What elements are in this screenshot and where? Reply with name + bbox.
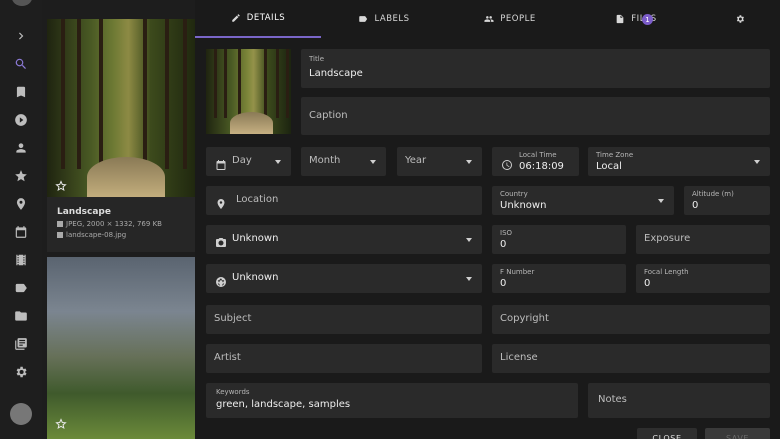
people-icon	[484, 16, 494, 22]
photo-meta: JPEG, 2000 × 1332, 769 KB	[66, 220, 162, 228]
chevron-down-icon	[754, 159, 760, 164]
files-count-badge: 1	[642, 14, 653, 25]
photo-card-info: Landscape JPEG, 2000 × 1332, 769 KB land…	[47, 197, 195, 252]
country-select[interactable]: Country Unknown	[492, 186, 674, 215]
person-icon[interactable]	[13, 140, 29, 156]
image-icon	[57, 221, 63, 227]
search-icon[interactable]	[13, 56, 29, 72]
tab-people[interactable]: PEOPLE	[447, 0, 573, 38]
chevron-down-icon	[370, 159, 376, 164]
camera-select[interactable]: Unknown	[206, 225, 482, 254]
star-icon[interactable]	[13, 168, 29, 184]
altitude-field[interactable]: Altitude (m) 0	[684, 186, 770, 215]
pencil-icon	[232, 14, 240, 22]
camera-icon	[215, 234, 227, 247]
star-outline-icon[interactable]	[55, 415, 67, 430]
close-button[interactable]: CLOSE	[637, 428, 697, 439]
photo-thumbnail-landscape[interactable]	[47, 19, 195, 197]
library-icon[interactable]	[13, 336, 29, 352]
title-field[interactable]: Title Landscape	[301, 49, 770, 88]
keywords-field[interactable]: Keywords green, landscape, samples	[206, 383, 578, 418]
subject-field[interactable]: Subject	[206, 305, 482, 334]
day-select[interactable]: Day	[206, 147, 291, 176]
artist-field[interactable]: Artist	[206, 344, 482, 373]
tab-details[interactable]: DETAILS	[195, 0, 321, 38]
app-logo[interactable]	[12, 0, 32, 6]
focal-length-field[interactable]: Focal Length 0	[636, 264, 770, 293]
gear-icon	[736, 15, 744, 23]
caption-field[interactable]: Caption	[301, 97, 770, 135]
iso-field[interactable]: ISO 0	[492, 225, 626, 254]
file-icon	[616, 14, 624, 24]
tab-files[interactable]: FILES	[573, 0, 699, 38]
location-field[interactable]: Location	[206, 186, 482, 215]
clock-icon	[501, 156, 513, 170]
chevron-down-icon	[275, 159, 281, 164]
save-button[interactable]: SAVE	[705, 428, 770, 439]
local-time-field[interactable]: Local Time 06:18:09	[492, 147, 579, 176]
photo-filename: landscape-08.jpg	[66, 231, 127, 239]
copyright-field[interactable]: Copyright	[492, 305, 770, 334]
folder-icon	[57, 232, 63, 238]
calendar-icon[interactable]	[13, 224, 29, 240]
label-icon[interactable]	[13, 280, 29, 296]
star-outline-icon[interactable]	[55, 177, 67, 192]
play-icon[interactable]	[13, 112, 29, 128]
year-select[interactable]: Year	[397, 147, 482, 176]
calendar-icon	[215, 156, 227, 170]
navigation-rail	[0, 0, 42, 439]
f-number-field[interactable]: F Number 0	[492, 264, 626, 293]
chevron-down-icon	[466, 237, 472, 242]
edit-photo-dialog: DETAILS LABELS PEOPLE FILES 1 Title Land…	[195, 0, 780, 439]
license-field[interactable]: License	[492, 344, 770, 373]
exposure-field[interactable]: Exposure	[636, 225, 770, 254]
photo-preview	[206, 49, 291, 134]
aperture-icon	[215, 273, 227, 287]
notes-field[interactable]: Notes	[588, 383, 770, 418]
chevron-down-icon	[658, 198, 664, 203]
month-select[interactable]: Month	[301, 147, 386, 176]
chevron-right-icon[interactable]	[13, 28, 29, 44]
folder-icon[interactable]	[13, 308, 29, 324]
tab-bar: DETAILS LABELS PEOPLE FILES 1	[195, 0, 780, 38]
location-pin-icon[interactable]	[13, 196, 29, 212]
photo-title: Landscape	[57, 207, 111, 217]
time-zone-select[interactable]: Time Zone Local	[588, 147, 770, 176]
lens-select[interactable]: Unknown	[206, 264, 482, 293]
label-icon	[359, 16, 368, 22]
avatar[interactable]	[10, 403, 32, 425]
location-pin-icon	[215, 195, 227, 209]
chevron-down-icon	[466, 276, 472, 281]
photo-grid: Landscape JPEG, 2000 × 1332, 769 KB land…	[42, 0, 195, 439]
tab-labels[interactable]: LABELS	[321, 0, 447, 38]
bookmark-icon[interactable]	[13, 84, 29, 100]
photo-thumbnail-cliff[interactable]	[47, 257, 195, 439]
gear-icon[interactable]	[13, 364, 29, 380]
chevron-down-icon	[466, 159, 472, 164]
tab-settings[interactable]	[699, 0, 780, 38]
film-icon[interactable]	[13, 252, 29, 268]
